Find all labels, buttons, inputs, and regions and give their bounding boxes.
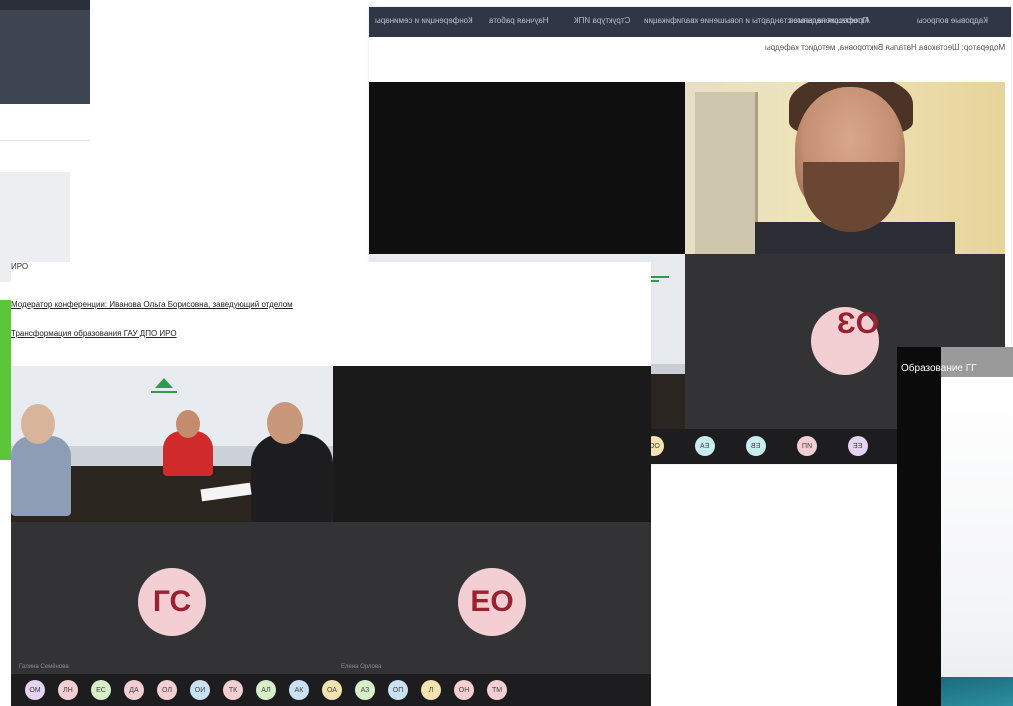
participant-initials: АЗ: [360, 686, 370, 694]
avatar: ОЗ: [811, 307, 879, 375]
nav-item[interactable]: Кадровые вопросы: [917, 16, 988, 25]
nav-item[interactable]: Конференции и семинары: [375, 16, 473, 25]
participant-initials: ОП: [392, 686, 404, 694]
participant-initials: ЕС: [96, 686, 106, 694]
video-tile-speaker[interactable]: [685, 82, 1005, 254]
video-tile-gs[interactable]: ГС Галина Семёнова: [11, 522, 333, 674]
participant-avatar[interactable]: ОН: [454, 680, 474, 700]
participant-initials: Л: [428, 686, 434, 694]
moderator-subtitle: Модератор: Шестакова Наталья Викторовна,…: [764, 43, 1005, 52]
participant-avatar[interactable]: ТМ: [487, 680, 507, 700]
participant-initials: ТМ: [491, 686, 503, 694]
participant-initials: ОИ: [194, 686, 206, 694]
avatar: ЕО: [458, 568, 526, 636]
participant-initials: АК: [294, 686, 304, 694]
video-tile-meeting-room[interactable]: [11, 366, 333, 522]
presentation-screenshot-c: Образование ГГ: [897, 347, 1013, 706]
participant-avatar[interactable]: ОЛ: [157, 680, 177, 700]
participant-avatar[interactable]: ИП: [797, 436, 817, 456]
participant-avatar[interactable]: ДА: [124, 680, 144, 700]
page-header-fragment: ИРО: [11, 262, 29, 271]
participant-avatar[interactable]: ЕА: [695, 436, 715, 456]
video-tile-eo[interactable]: ЕО Елена Орлова: [333, 522, 651, 674]
participant-initials: ЕА: [700, 442, 710, 450]
nav-item[interactable]: Структура ИПК: [574, 16, 630, 25]
participants-strip: ОМ ЛН ЕС ДА ОЛ ОИ ТК АЛ АК ОА АЗ ОП Л ОН ТМ: [11, 674, 651, 706]
participant-avatar[interactable]: ОМ: [25, 680, 45, 700]
participant-avatar[interactable]: ОП: [388, 680, 408, 700]
participant-avatar[interactable]: ОА: [322, 680, 342, 700]
participant-initials: ТК: [228, 686, 238, 694]
participant-avatar[interactable]: АК: [289, 680, 309, 700]
participant-initials: ДА: [129, 686, 139, 694]
nav-item[interactable]: Аттестация педагогов: [789, 16, 870, 25]
participant-avatar[interactable]: ЕС: [91, 680, 111, 700]
participant-avatar[interactable]: ЛН: [58, 680, 78, 700]
video-tile-camera-off[interactable]: [369, 82, 685, 254]
participant-avatar[interactable]: АЗ: [355, 680, 375, 700]
slide-footer-band: [941, 677, 1013, 706]
participant-initials: АЛ: [261, 686, 271, 694]
participant-initials: ОМ: [29, 686, 41, 694]
participant-name: Елена Орлова: [341, 664, 382, 670]
avatar: ГС: [138, 568, 206, 636]
participant-initials: ЕВ: [751, 442, 761, 450]
participant-initials: ЕЕ: [853, 442, 863, 450]
moderator-caption[interactable]: Модератор конференции: Иванова Ольга Бор…: [11, 300, 293, 309]
presentation-title: Образование ГГ: [901, 363, 977, 374]
participant-avatar[interactable]: ЕВ: [746, 436, 766, 456]
site-nav-bar: Конференции и семинары Научная работа Ст…: [369, 7, 1011, 37]
participant-avatar[interactable]: ЕЕ: [848, 436, 868, 456]
participant-avatar[interactable]: АЛ: [256, 680, 276, 700]
video-conference-screenshot-a: ИРО Модератор конференции: Иванова Ольга…: [11, 262, 651, 706]
presentation-slide[interactable]: [941, 377, 1013, 706]
event-caption-link[interactable]: Трансформация образования ГАУ ДПО ИРО: [11, 329, 177, 338]
participant-initials: ЛН: [63, 686, 73, 694]
participant-initials: ОН: [458, 686, 470, 694]
nav-item[interactable]: Научная работа: [489, 16, 549, 25]
left-panel-dark: [0, 0, 90, 104]
participant-name: Галина Семёнова: [19, 664, 69, 670]
participant-initials: ИП: [801, 442, 813, 450]
participant-avatar[interactable]: Л: [421, 680, 441, 700]
participant-initials: ОА: [327, 686, 337, 694]
participant-initials: ОЛ: [162, 686, 172, 694]
participant-avatar[interactable]: ОИ: [190, 680, 210, 700]
left-panel-topbar: [0, 0, 90, 10]
participant-avatar[interactable]: ТК: [223, 680, 243, 700]
divider: [0, 140, 90, 141]
video-tile-camera-off[interactable]: [333, 366, 651, 522]
institute-logo-icon: [151, 378, 177, 393]
